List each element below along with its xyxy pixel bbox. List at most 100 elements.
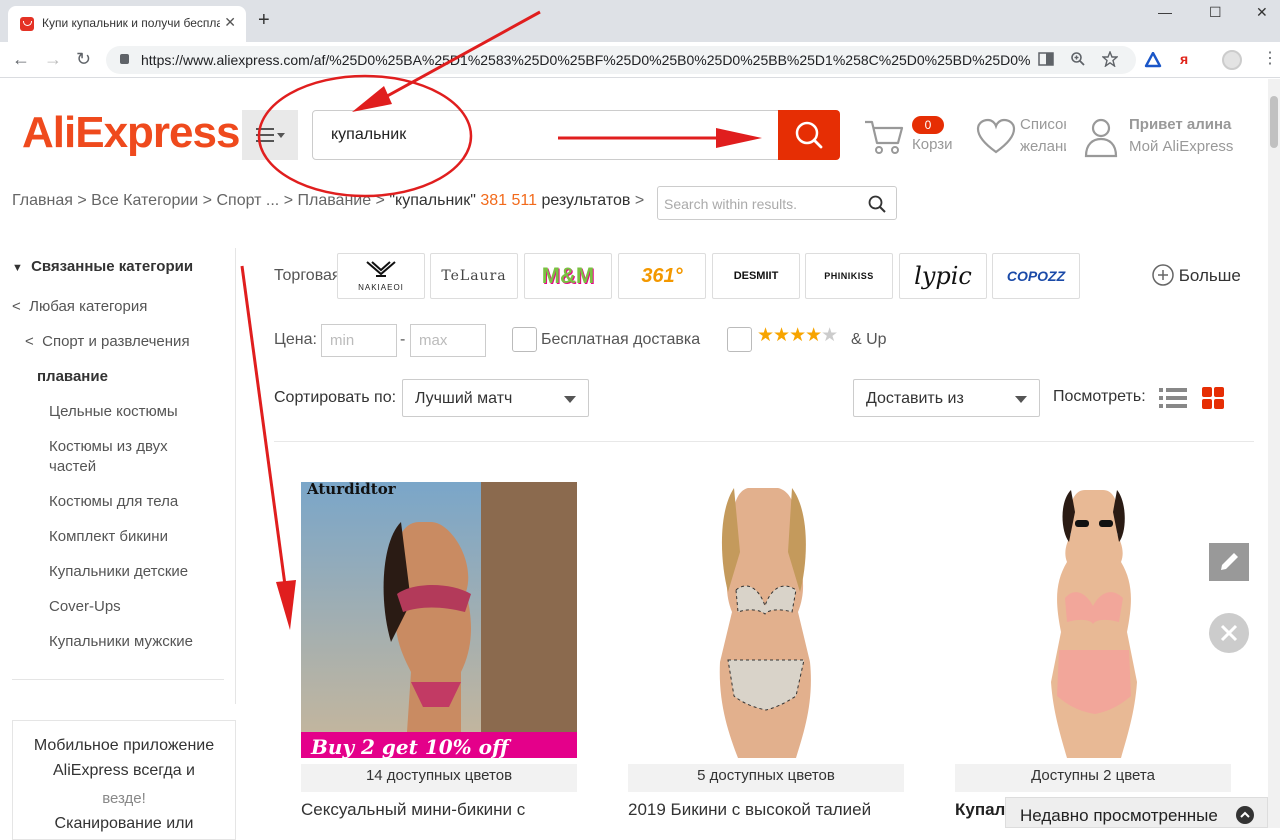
translate-icon[interactable] bbox=[1038, 51, 1054, 67]
user-icon bbox=[1084, 118, 1118, 158]
price-dash: - bbox=[400, 331, 406, 348]
sidebar: ▼ Связанные категории < Любая категория … bbox=[0, 248, 236, 704]
price-min-input[interactable]: min bbox=[321, 324, 397, 357]
brand-copozz[interactable]: COPOZZ bbox=[992, 253, 1080, 299]
grid-view-icon[interactable] bbox=[1201, 386, 1225, 410]
sidebar-item-two-piece-line2[interactable]: частей bbox=[49, 458, 96, 475]
brand-361[interactable]: 361° bbox=[618, 253, 706, 299]
brand-name: M&M bbox=[541, 263, 595, 288]
cart-button[interactable]: 0 Корзина bbox=[862, 112, 952, 162]
category-menu-button[interactable] bbox=[242, 110, 298, 160]
stars-filled: ★★★★ bbox=[757, 325, 822, 346]
tab-title: Купи купальник и получи беспла bbox=[42, 16, 220, 30]
sidebar-item-two-piece[interactable]: Костюмы из двух bbox=[49, 438, 168, 455]
page-scrollbar[interactable] bbox=[1268, 79, 1280, 828]
bookmark-star-icon[interactable] bbox=[1102, 51, 1118, 67]
forward-button[interactable]: → bbox=[44, 49, 62, 70]
rating-checkbox[interactable] bbox=[727, 327, 752, 352]
maximize-button[interactable]: ☐ bbox=[1209, 4, 1222, 21]
rating-stars: ★★★★★ bbox=[757, 324, 838, 347]
chevron-up-icon[interactable] bbox=[1236, 806, 1254, 824]
sidebar-item-one-piece[interactable]: Цельные костюмы bbox=[49, 403, 178, 420]
breadcrumb-all-categories[interactable]: Все Категории bbox=[91, 192, 198, 209]
arrow-head-icon bbox=[276, 580, 296, 630]
product-image[interactable] bbox=[955, 482, 1231, 758]
search-within-icon[interactable] bbox=[868, 195, 886, 213]
feedback-edit-button[interactable] bbox=[1209, 543, 1249, 581]
account-menu[interactable]: Привет алина Мой AliExpress bbox=[1084, 112, 1254, 162]
product-title[interactable]: 2019 Бикини с высокой талией bbox=[628, 800, 904, 820]
brand-overlay-text: Aturdidtor bbox=[306, 482, 397, 498]
free-shipping-label: Бесплатная доставка bbox=[541, 331, 701, 348]
extension-yandex-icon[interactable]: я bbox=[1180, 51, 1188, 67]
breadcrumb: Главная > Все Категории > Спорт ... > Пл… bbox=[12, 192, 645, 209]
sidebar-item-mens[interactable]: Купальники мужские bbox=[49, 633, 193, 650]
chevron-down-icon bbox=[1015, 396, 1027, 403]
sort-select[interactable]: Лучший матч bbox=[402, 379, 589, 417]
sidebar-item-sport[interactable]: < Спорт и развлечения bbox=[25, 333, 190, 350]
results-count: 381 511 bbox=[480, 192, 537, 209]
brand-phinikiss[interactable]: PHINIKISS bbox=[805, 253, 893, 299]
brand-telaura[interactable]: TeLaura bbox=[430, 253, 518, 299]
search-button[interactable] bbox=[778, 110, 840, 160]
recently-viewed-label: Недавно просмотренные bbox=[1020, 806, 1218, 825]
related-categories-label: Связанные категории bbox=[31, 258, 194, 275]
ship-from-select[interactable]: Доставить из bbox=[853, 379, 1040, 417]
sidebar-item-bikini-set[interactable]: Комплект бикини bbox=[49, 528, 168, 545]
search-within-input[interactable]: Search within results. bbox=[657, 186, 897, 220]
breadcrumb-home[interactable]: Главная bbox=[12, 192, 73, 209]
profile-avatar[interactable] bbox=[1222, 50, 1242, 70]
new-tab-button[interactable]: + bbox=[258, 9, 270, 32]
product-title[interactable]: Сексуальный мини-бикини с bbox=[301, 800, 577, 820]
reload-button[interactable]: ↻ bbox=[76, 49, 91, 70]
collapse-triangle-icon[interactable]: ▼ bbox=[12, 262, 23, 274]
brand-desmiit[interactable]: DESMIIT bbox=[712, 253, 800, 299]
wishlist-button[interactable]: Список желаний bbox=[976, 112, 1068, 162]
brand-nakiaeoi[interactable]: NAKIAEOI bbox=[337, 253, 425, 299]
promo-text: Buy 2 get 10% off bbox=[310, 735, 512, 758]
brand-name: NAKIAEOI bbox=[358, 283, 404, 292]
zoom-icon[interactable] bbox=[1070, 51, 1086, 67]
product-image[interactable] bbox=[628, 482, 904, 758]
sidebar-divider bbox=[12, 679, 224, 680]
free-shipping-checkbox[interactable] bbox=[512, 327, 537, 352]
search-within-placeholder: Search within results. bbox=[664, 196, 798, 212]
sidebar-item-any-category[interactable]: < Любая категория bbox=[12, 298, 147, 315]
cart-count-badge: 0 bbox=[912, 116, 944, 134]
mobile-app-promo[interactable]: Мобильное приложение AliExpress всегда и… bbox=[12, 720, 236, 840]
cart-icon bbox=[865, 120, 904, 154]
back-button[interactable]: ← bbox=[12, 49, 30, 70]
browser-tab[interactable]: Купи купальник и получи беспла ✕ bbox=[8, 6, 246, 42]
aliexpress-logo[interactable]: AliExpress bbox=[22, 108, 240, 158]
close-tab-icon[interactable]: ✕ bbox=[224, 14, 236, 31]
close-window-button[interactable]: ✕ bbox=[1256, 4, 1268, 21]
brand-mm[interactable]: M&M bbox=[524, 253, 612, 299]
minimize-button[interactable]: — bbox=[1158, 4, 1172, 20]
search-input[interactable]: купальник bbox=[312, 110, 779, 160]
logo-ali-part: Ali bbox=[22, 108, 76, 157]
cart-label: Корзина bbox=[912, 136, 952, 153]
product-image[interactable]: Aturdidtor Buy 2 get 10% off bbox=[301, 482, 577, 758]
sidebar-item-kids[interactable]: Купальники детские bbox=[49, 563, 188, 580]
brand-name: 361° bbox=[641, 264, 683, 287]
my-aliexpress-link[interactable]: Мой AliExpress bbox=[1129, 138, 1233, 155]
price-max-input[interactable]: max bbox=[410, 324, 486, 357]
recently-viewed-panel[interactable]: Недавно просмотренные bbox=[1005, 797, 1268, 828]
sort-label: Сортировать по: bbox=[274, 389, 397, 406]
brand-lypic[interactable]: lypic bbox=[899, 253, 987, 299]
product-photo-illustration: Aturdidtor Buy 2 get 10% off bbox=[301, 482, 577, 758]
breadcrumb-sport[interactable]: Спорт ... bbox=[216, 192, 279, 209]
url-bar[interactable]: https://www.aliexpress.com/af/%25D0%25BA… bbox=[106, 46, 1136, 74]
nakiaeoi-logo-icon bbox=[366, 261, 396, 277]
scrollbar-thumb[interactable] bbox=[1270, 96, 1278, 148]
sidebar-item-cover-ups[interactable]: Cover-Ups bbox=[49, 598, 121, 615]
list-view-icon[interactable] bbox=[1158, 386, 1188, 410]
close-floating-button[interactable] bbox=[1209, 613, 1249, 653]
browser-tab-bar: Купи купальник и получи беспла ✕ + — ☐ ✕ bbox=[0, 0, 1280, 42]
plus-circle-icon bbox=[1152, 264, 1174, 286]
sidebar-item-bodysuits[interactable]: Костюмы для тела bbox=[49, 493, 178, 510]
browser-menu-icon[interactable]: ⋮ bbox=[1262, 48, 1278, 68]
breadcrumb-swimming[interactable]: Плавание bbox=[297, 192, 371, 209]
more-brands-button[interactable]: Больше bbox=[1152, 264, 1241, 286]
extension-alice-icon[interactable] bbox=[1144, 52, 1162, 68]
